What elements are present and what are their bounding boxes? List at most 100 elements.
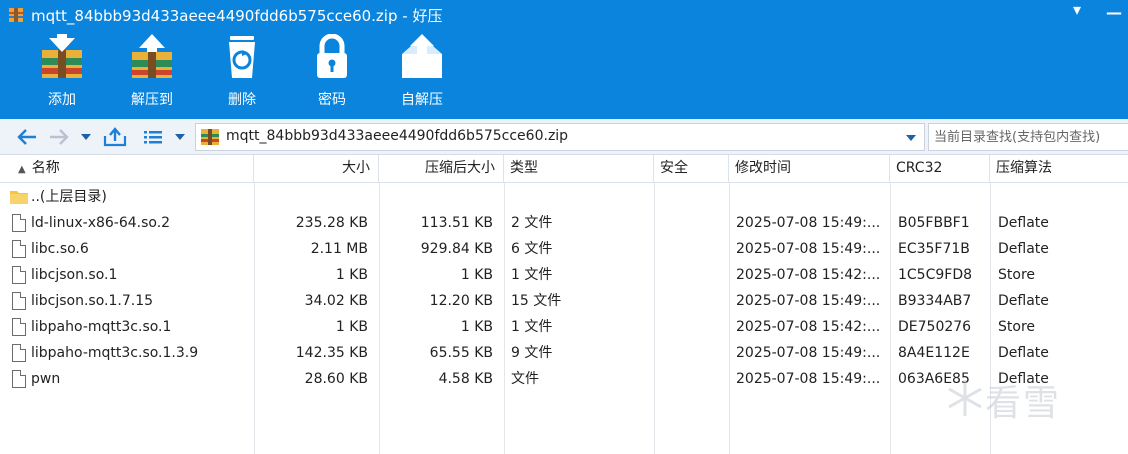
watermark-text: 看雪 bbox=[985, 383, 1062, 424]
file-icon bbox=[12, 370, 26, 388]
path-text: mqtt_84bbb93d433aeee4490fdd6b575cce60.zi… bbox=[226, 128, 569, 144]
sort-ascending-icon: ▲ bbox=[18, 164, 26, 175]
window-title: mqtt_84bbb93d433aeee4490fdd6b575cce60.zi… bbox=[31, 7, 443, 25]
password-label: 密码 bbox=[318, 92, 346, 108]
file-row[interactable]: libpaho-mqtt3c.so.1.3.9 142.35 KB 65.55 … bbox=[0, 340, 1128, 366]
file-modified: 2025-07-08 15:49:... bbox=[736, 293, 881, 309]
file-packed-size: 65.55 KB bbox=[429, 345, 493, 361]
file-type: 1 文件 bbox=[511, 267, 553, 283]
file-crc32: 1C5C9FD8 bbox=[898, 267, 973, 283]
delete-label: 删除 bbox=[228, 92, 256, 108]
file-name: libpaho-mqtt3c.so.1 bbox=[31, 319, 172, 335]
history-dropdown-button[interactable] bbox=[78, 123, 94, 151]
file-packed-size: 113.51 KB bbox=[420, 215, 493, 231]
column-crc32[interactable]: CRC32 bbox=[890, 155, 990, 183]
file-type: 文件 bbox=[511, 371, 539, 387]
list-view-icon bbox=[144, 131, 162, 144]
file-packed-size: 12.20 KB bbox=[429, 293, 493, 309]
column-header: ▲ 名称 大小 压缩后大小 类型 安全 修改时间 CRC32 压缩算法 bbox=[0, 155, 1128, 183]
column-modified[interactable]: 修改时间 bbox=[729, 155, 890, 183]
column-security[interactable]: 安全 bbox=[654, 155, 729, 183]
haozip-logo-icon bbox=[9, 8, 23, 22]
view-dropdown-button[interactable] bbox=[172, 123, 188, 151]
up-folder-icon bbox=[103, 127, 127, 147]
file-method: Store bbox=[998, 319, 1036, 335]
file-row[interactable]: libcjson.so.1.7.15 34.02 KB 12.20 KB 15 … bbox=[0, 288, 1128, 314]
file-size: 2.11 MB bbox=[310, 241, 368, 257]
file-size: 1 KB bbox=[335, 319, 368, 335]
add-button[interactable]: 添加 bbox=[24, 34, 100, 114]
file-name: libcjson.so.1 bbox=[31, 267, 118, 283]
delete-button[interactable]: 删除 bbox=[204, 34, 280, 114]
file-row[interactable]: libc.so.6 2.11 MB 929.84 KB 6 文件 2025-07… bbox=[0, 236, 1128, 262]
address-bar: mqtt_84bbb93d433aeee4490fdd6b575cce60.zi… bbox=[0, 119, 1128, 155]
password-button[interactable]: 密码 bbox=[294, 34, 370, 114]
file-size: 34.02 KB bbox=[304, 293, 368, 309]
search-input[interactable] bbox=[928, 123, 1128, 151]
file-packed-size: 1 KB bbox=[460, 267, 493, 283]
file-name: libc.so.6 bbox=[31, 241, 89, 257]
file-modified: 2025-07-08 15:42:... bbox=[736, 319, 881, 335]
file-size: 1 KB bbox=[335, 267, 368, 283]
recycle-bin-icon bbox=[229, 36, 255, 78]
file-size: 28.60 KB bbox=[304, 371, 368, 387]
watermark: 看雪 bbox=[945, 370, 1115, 426]
file-type: 9 文件 bbox=[511, 345, 553, 361]
arrow-right-icon bbox=[50, 129, 69, 145]
file-packed-size: 929.84 KB bbox=[420, 241, 493, 257]
column-name[interactable]: ▲ 名称 bbox=[0, 155, 254, 183]
chevron-down-icon bbox=[175, 134, 185, 140]
path-field[interactable]: mqtt_84bbb93d433aeee4490fdd6b575cce60.zi… bbox=[195, 123, 925, 151]
back-button[interactable] bbox=[14, 123, 40, 151]
zip-archive-icon bbox=[201, 129, 219, 145]
file-modified: 2025-07-08 15:42:... bbox=[736, 267, 881, 283]
view-mode-button[interactable] bbox=[140, 123, 166, 151]
file-name: pwn bbox=[31, 371, 61, 387]
top-banner: mqtt_84bbb93d433aeee4490fdd6b575cce60.zi… bbox=[0, 0, 1128, 119]
file-name: libpaho-mqtt3c.so.1.3.9 bbox=[31, 345, 199, 361]
file-modified: 2025-07-08 15:49:... bbox=[736, 215, 881, 231]
file-modified: 2025-07-08 15:49:... bbox=[736, 371, 881, 387]
parent-directory-row[interactable]: ..(上层目录) bbox=[0, 184, 1128, 210]
window-menu-button[interactable]: ▾ bbox=[1073, 0, 1081, 20]
file-name: ld-linux-x86-64.so.2 bbox=[31, 215, 171, 231]
title-bar: mqtt_84bbb93d433aeee4490fdd6b575cce60.zi… bbox=[0, 0, 1128, 30]
extract-to-icon bbox=[132, 34, 172, 78]
forward-button[interactable] bbox=[46, 123, 72, 151]
file-type: 6 文件 bbox=[511, 241, 553, 257]
column-size[interactable]: 大小 bbox=[254, 155, 379, 183]
up-folder-button[interactable] bbox=[100, 123, 130, 151]
column-type[interactable]: 类型 bbox=[504, 155, 654, 183]
file-type: 1 文件 bbox=[511, 319, 553, 335]
chevron-down-icon[interactable] bbox=[906, 130, 916, 144]
file-crc32: B9334AB7 bbox=[898, 293, 972, 309]
file-icon bbox=[12, 318, 26, 336]
file-size: 142.35 KB bbox=[295, 345, 368, 361]
file-modified: 2025-07-08 15:49:... bbox=[736, 345, 881, 361]
minimize-button[interactable]: — bbox=[1106, 3, 1122, 23]
self-extract-icon bbox=[402, 34, 442, 78]
file-method: Deflate bbox=[998, 241, 1049, 257]
file-packed-size: 1 KB bbox=[460, 319, 493, 335]
lock-icon bbox=[317, 34, 347, 78]
self-extract-button[interactable]: 自解压 bbox=[384, 34, 460, 114]
file-name: libcjson.so.1.7.15 bbox=[31, 293, 154, 309]
file-type: 2 文件 bbox=[511, 215, 553, 231]
file-row[interactable]: ld-linux-x86-64.so.2 235.28 KB 113.51 KB… bbox=[0, 210, 1128, 236]
extract-to-label: 解压到 bbox=[131, 92, 173, 108]
file-crc32: EC35F71B bbox=[898, 241, 970, 257]
file-row[interactable]: libpaho-mqtt3c.so.1 1 KB 1 KB 1 文件 2025-… bbox=[0, 314, 1128, 340]
file-method: Deflate bbox=[998, 293, 1049, 309]
column-method[interactable]: 压缩算法 bbox=[990, 155, 1128, 183]
file-method: Deflate bbox=[998, 215, 1049, 231]
self-extract-label: 自解压 bbox=[401, 92, 443, 108]
file-row[interactable]: libcjson.so.1 1 KB 1 KB 1 文件 2025-07-08 … bbox=[0, 262, 1128, 288]
add-label: 添加 bbox=[48, 92, 76, 108]
extract-to-button[interactable]: 解压到 bbox=[114, 34, 190, 114]
folder-icon bbox=[10, 191, 28, 204]
file-icon bbox=[12, 292, 26, 310]
add-archive-icon bbox=[42, 34, 82, 78]
file-method: Store bbox=[998, 267, 1036, 283]
file-method: Deflate bbox=[998, 345, 1049, 361]
column-packed-size[interactable]: 压缩后大小 bbox=[379, 155, 504, 183]
